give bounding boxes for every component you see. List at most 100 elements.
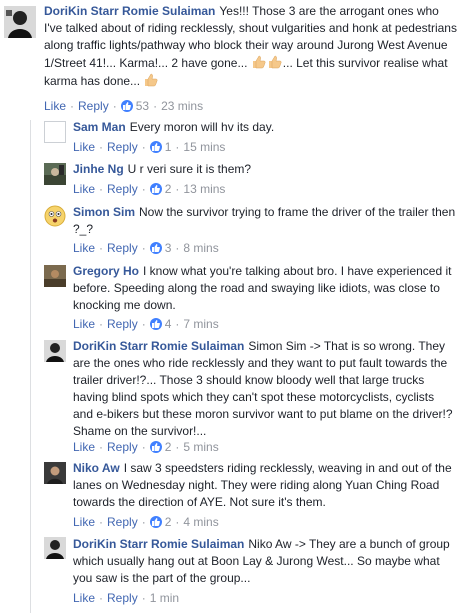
reply-button[interactable]: Reply xyxy=(107,440,138,454)
separator: · xyxy=(99,140,104,154)
separator: · xyxy=(141,440,146,454)
comment-text: Every moron will hv its day. xyxy=(129,120,275,134)
like-count-icon[interactable] xyxy=(120,100,133,112)
reply-button[interactable]: Reply xyxy=(107,591,138,605)
separator: · xyxy=(141,182,146,196)
like-count[interactable]: 2 xyxy=(165,182,172,196)
like-count-icon[interactable] xyxy=(149,318,162,330)
comment-body: Gregory Ho I know what you're talking abo… xyxy=(73,263,457,314)
comment-actions: Like · Reply · 2 · 13 mins xyxy=(73,182,225,196)
timestamp[interactable]: 4 mins xyxy=(183,515,218,529)
like-count-icon[interactable] xyxy=(149,141,162,153)
like-button[interactable]: Like xyxy=(73,317,95,331)
comment-actions: Like · Reply · 2 · 4 mins xyxy=(73,515,219,529)
thumbs-up-emoji-icon xyxy=(251,54,267,70)
comment-author[interactable]: DoriKin Starr Romie Sulaiman xyxy=(44,4,215,18)
avatar[interactable] xyxy=(44,163,66,185)
like-count[interactable]: 1 xyxy=(165,140,172,154)
comment-author[interactable]: Gregory Ho xyxy=(73,264,139,278)
avatar[interactable] xyxy=(44,205,66,227)
avatar[interactable] xyxy=(44,265,66,287)
reply-comment: Gregory Ho I know what you're talking abo… xyxy=(0,261,465,336)
thumbs-up-emoji-icon xyxy=(267,54,283,70)
separator: · xyxy=(99,591,104,605)
separator: · xyxy=(70,99,75,113)
thumbs-up-emoji-icon xyxy=(143,72,159,88)
comment-author[interactable]: DoriKin Starr Romie Sulaiman xyxy=(73,339,244,353)
comment-actions: Like · Reply · 1 · 15 mins xyxy=(73,140,225,154)
timestamp[interactable]: 23 mins xyxy=(161,99,203,113)
reply-button[interactable]: Reply xyxy=(107,317,138,331)
like-button[interactable]: Like xyxy=(73,440,95,454)
like-count[interactable]: 2 xyxy=(165,515,172,529)
like-button[interactable]: Like xyxy=(73,241,95,255)
separator: · xyxy=(99,515,104,529)
reply-button[interactable]: Reply xyxy=(78,99,109,113)
avatar[interactable] xyxy=(44,537,66,559)
separator: · xyxy=(141,515,146,529)
comment-actions: Like · Reply · 3 · 8 mins xyxy=(73,241,219,255)
reply-comment: DoriKin Starr Romie Sulaiman Simon Sim ->… xyxy=(0,336,465,458)
comment-author[interactable]: Niko Aw xyxy=(73,461,120,475)
comment-text: U r veri sure it is them? xyxy=(127,162,252,176)
separator: · xyxy=(99,317,104,331)
separator: · xyxy=(175,317,180,331)
like-button[interactable]: Like xyxy=(44,99,66,113)
like-count[interactable]: 53 xyxy=(136,99,149,113)
like-count-icon[interactable] xyxy=(149,516,162,528)
timestamp[interactable]: 15 mins xyxy=(183,140,225,154)
like-button[interactable]: Like xyxy=(73,591,95,605)
like-button[interactable]: Like xyxy=(73,182,95,196)
separator: · xyxy=(141,317,146,331)
reply-button[interactable]: Reply xyxy=(107,515,138,529)
reply-button[interactable]: Reply xyxy=(107,241,138,255)
separator: · xyxy=(99,440,104,454)
reply-comment: Sam Man Every moron will hv its day. Like… xyxy=(0,118,465,160)
comment-text: I saw 3 speedsters riding recklessly, we… xyxy=(73,461,452,509)
timestamp[interactable]: 1 min xyxy=(150,591,179,605)
separator: · xyxy=(175,241,180,255)
comment-body: Jinhe Ng U r veri sure it is them? xyxy=(73,161,457,178)
comment-top: DoriKin Starr Romie Sulaiman Yes!!! Those… xyxy=(0,0,465,118)
like-button[interactable]: Like xyxy=(73,515,95,529)
reply-button[interactable]: Reply xyxy=(107,182,138,196)
like-count-icon[interactable] xyxy=(149,242,162,254)
reply-comment: Jinhe Ng U r veri sure it is them? Like · R… xyxy=(0,160,465,202)
separator: · xyxy=(99,241,104,255)
avatar[interactable] xyxy=(44,462,66,484)
comment-author[interactable]: Sam Man xyxy=(73,120,126,134)
comment-author[interactable]: Simon Sim xyxy=(73,205,135,219)
timestamp[interactable]: 5 mins xyxy=(183,440,218,454)
comment-body: DoriKin Starr Romie Sulaiman Simon Sim ->… xyxy=(73,338,457,440)
comment-author[interactable]: DoriKin Starr Romie Sulaiman xyxy=(73,537,244,551)
like-count[interactable]: 2 xyxy=(165,440,172,454)
like-count-icon[interactable] xyxy=(149,441,162,453)
separator: · xyxy=(175,440,180,454)
separator: · xyxy=(175,515,180,529)
reply-button[interactable]: Reply xyxy=(107,140,138,154)
like-count[interactable]: 3 xyxy=(165,241,172,255)
avatar[interactable] xyxy=(44,121,66,143)
separator: · xyxy=(141,241,146,255)
reply-comment: Simon Sim Now the survivor trying to fram… xyxy=(0,201,465,259)
comment-actions: Like · Reply · 2 · 5 mins xyxy=(73,440,219,454)
comment-body: DoriKin Starr Romie Sulaiman Yes!!! Those… xyxy=(44,3,457,90)
comment-text: Simon Sim -> That is so wrong. They are … xyxy=(73,339,453,438)
timestamp[interactable]: 13 mins xyxy=(183,182,225,196)
timestamp[interactable]: 8 mins xyxy=(183,241,218,255)
timestamp[interactable]: 7 mins xyxy=(183,317,218,331)
like-button[interactable]: Like xyxy=(73,140,95,154)
comment-body: Sam Man Every moron will hv its day. xyxy=(73,119,457,136)
separator: · xyxy=(153,99,158,113)
like-count-icon[interactable] xyxy=(149,183,162,195)
reply-comment: Niko Aw I saw 3 speedsters riding reckles… xyxy=(0,458,465,533)
avatar[interactable] xyxy=(4,6,36,38)
separator: · xyxy=(175,182,180,196)
comment-author[interactable]: Jinhe Ng xyxy=(73,162,124,176)
comment-actions: Like · Reply · 4 · 7 mins xyxy=(73,317,219,331)
comment-actions: Like · Reply · 1 min xyxy=(73,591,179,605)
avatar[interactable] xyxy=(44,340,66,362)
like-count[interactable]: 4 xyxy=(165,317,172,331)
separator: · xyxy=(175,140,180,154)
reply-comment: DoriKin Starr Romie Sulaiman Niko Aw -> T… xyxy=(0,533,465,613)
